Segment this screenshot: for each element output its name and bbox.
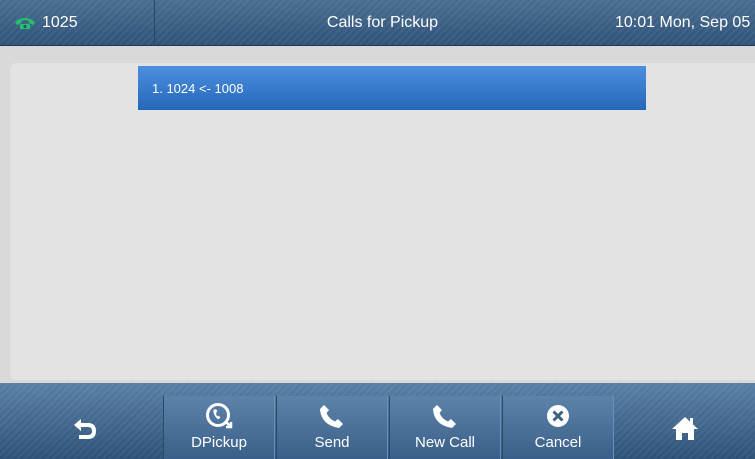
directed-pickup-icon [206, 403, 233, 429]
home-icon [672, 416, 698, 440]
dpickup-button[interactable]: DPickup [163, 396, 275, 459]
handset-icon [433, 405, 456, 428]
new-call-label: New Call [414, 434, 475, 451]
send-button[interactable]: Send [276, 396, 388, 459]
list-item-label: 1. 1024 <- 1008 [152, 80, 244, 96]
pickup-list [10, 63, 755, 380]
phone-handset-icon [15, 18, 35, 29]
list-item[interactable]: 1. 1024 <- 1008 [138, 66, 646, 110]
status-bar: 1025 Calls for Pickup 10:01 Mon, Sep 05 [0, 0, 755, 46]
clock: 10:01 Mon, Sep 05 [615, 14, 751, 31]
home-button[interactable] [640, 396, 730, 459]
back-arrow-icon [74, 418, 96, 439]
softkey-bar: DPickup Send New Call Cancel [0, 383, 755, 459]
screen-title: Calls for Pickup [326, 14, 439, 31]
handset-icon [320, 405, 343, 428]
cancel-button[interactable]: Cancel [502, 396, 614, 459]
send-label: Send [314, 434, 350, 451]
dpickup-label: DPickup [191, 434, 247, 451]
account-indicator[interactable]: 1025 [0, 0, 155, 46]
back-button[interactable] [40, 396, 130, 459]
cancel-label: Cancel [534, 434, 582, 451]
phone-screen: 1025 Calls for Pickup 10:01 Mon, Sep 05 … [0, 0, 755, 459]
close-icon [547, 405, 569, 427]
new-call-button[interactable]: New Call [389, 396, 501, 459]
account-number: 1025 [42, 14, 78, 31]
